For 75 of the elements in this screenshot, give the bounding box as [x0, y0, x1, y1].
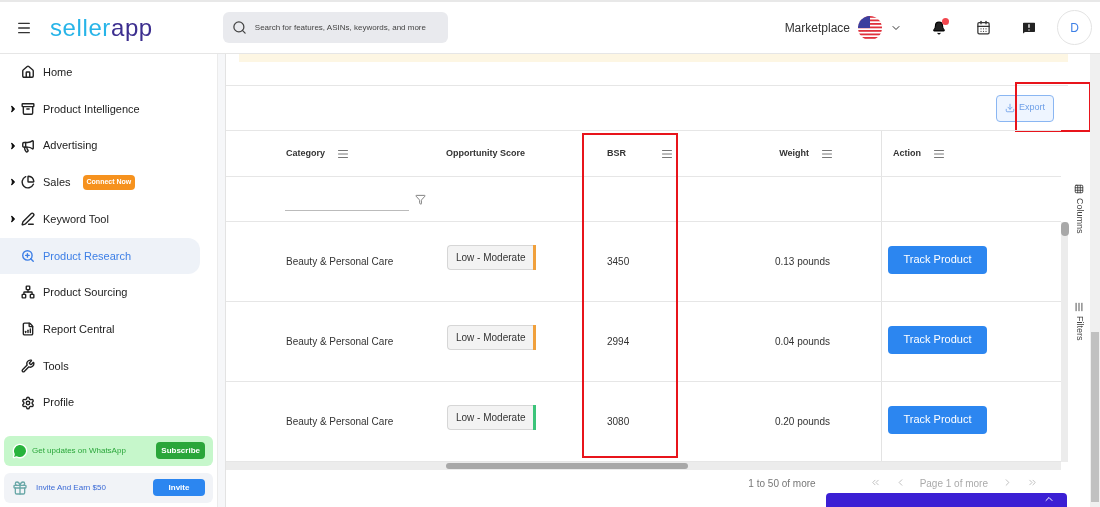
table-cell-text: Beauty & Personal Care: [286, 415, 394, 429]
score-badge: Low - Moderate: [447, 405, 534, 430]
flag-icon: [858, 15, 882, 40]
sidebar-item[interactable]: Home: [0, 54, 200, 91]
columns-icon: [1074, 184, 1084, 194]
sidebar-item[interactable]: Product Sourcing: [0, 274, 200, 311]
network-icon: [21, 285, 35, 300]
column-header[interactable]: BSR: [607, 146, 626, 161]
expand-icon[interactable]: [8, 140, 18, 151]
track-product-button[interactable]: Track Product: [888, 325, 987, 354]
side-panel-tab[interactable]: Filters: [1072, 301, 1086, 340]
expand-icon[interactable]: [8, 177, 18, 188]
column-menu-icon[interactable]: [337, 147, 349, 160]
pen-icon: [21, 212, 35, 227]
table-cell-text: 0.04 pounds: [774, 335, 830, 349]
score-badge: Low - Moderate: [447, 325, 534, 350]
horizontal-scrollbar[interactable]: [226, 462, 1061, 470]
wrench-icon: [21, 358, 35, 373]
table-cell-text: 3080: [607, 415, 630, 429]
column-header[interactable]: Action: [893, 146, 921, 161]
search-field[interactable]: Search for features, ASINs, keywords, and more: [222, 12, 448, 43]
page-scrollbar[interactable]: [1090, 54, 1100, 507]
logo: sellerapp: [50, 15, 153, 40]
table-cell-text: 2994: [607, 335, 630, 349]
marketplace-selector[interactable]: Marketplace: [784, 15, 902, 40]
column-menu-icon[interactable]: [933, 147, 945, 160]
table-row[interactable]: Beauty & Personal Care Low - Moderate 3450 0.13 pounds Track Product: [226, 222, 1061, 302]
table-cell-text: Beauty & Personal Care: [286, 255, 394, 269]
column-header[interactable]: Category: [286, 146, 325, 161]
gift-icon: [12, 479, 28, 496]
table-cell-text: Beauty & Personal Care: [286, 335, 394, 349]
page-indicator: Page 1 of more: [919, 477, 988, 491]
feedback-icon[interactable]: [1021, 19, 1037, 36]
box-icon: [21, 102, 35, 117]
column-header[interactable]: Opportunity Score: [446, 146, 525, 161]
calendar-icon[interactable]: [976, 20, 991, 35]
chat-icon: [12, 442, 28, 459]
promo-text: Get updates on WhatsApp: [32, 444, 127, 457]
settings-icon: [21, 395, 35, 410]
vertical-scrollbar[interactable]: [1061, 222, 1068, 462]
invite-button[interactable]: Invite: [153, 479, 205, 497]
pie-chart-icon: [21, 175, 35, 190]
search-icon: [231, 20, 247, 35]
search-icon: [21, 248, 35, 263]
home-icon: [21, 65, 35, 80]
expand-icon[interactable]: [8, 104, 18, 115]
download-icon: [1005, 103, 1015, 113]
column-menu-icon[interactable]: [821, 147, 833, 160]
table-row[interactable]: Beauty & Personal Care Low - Moderate 3080 0.20 pounds Track Product: [226, 382, 1061, 462]
sidebar-item[interactable]: Profile: [0, 384, 200, 421]
filter-icon[interactable]: [415, 193, 426, 205]
column-header[interactable]: Weight: [779, 146, 809, 161]
pagination-summary: 1 to 50 of more: [748, 477, 816, 491]
sidebar-item[interactable]: Tools: [0, 347, 200, 384]
report-icon: [21, 322, 35, 337]
sidebar-item[interactable]: Keyword Tool: [0, 201, 200, 238]
table-cell-text: 0.13 pounds: [774, 255, 830, 269]
filters-icon: [1074, 301, 1084, 312]
sidebar-item[interactable]: Product Research: [0, 237, 200, 274]
table-row[interactable]: Beauty & Personal Care Low - Moderate 2994 0.04 pounds Track Product: [226, 302, 1061, 382]
sidebar-item[interactable]: Product Intelligence: [0, 91, 200, 128]
table-cell-text: 3450: [607, 255, 630, 269]
megaphone-icon: [21, 138, 35, 153]
track-product-button[interactable]: Track Product: [888, 405, 987, 434]
notifications-button[interactable]: [932, 20, 946, 35]
table-cell-text: 0.20 pounds: [774, 415, 830, 429]
promo-text: Invite And Earn $50: [36, 481, 107, 494]
track-product-button[interactable]: Track Product: [888, 245, 987, 274]
expand-icon[interactable]: [8, 214, 18, 225]
side-panel-tab[interactable]: Columns: [1072, 184, 1086, 234]
sidebar-item[interactable]: Advertising: [0, 127, 200, 164]
score-badge: Low - Moderate: [447, 245, 534, 270]
column-menu-icon[interactable]: [661, 147, 673, 160]
bell-icon: [932, 20, 946, 35]
sidebar-item[interactable]: Report Central: [0, 311, 200, 348]
